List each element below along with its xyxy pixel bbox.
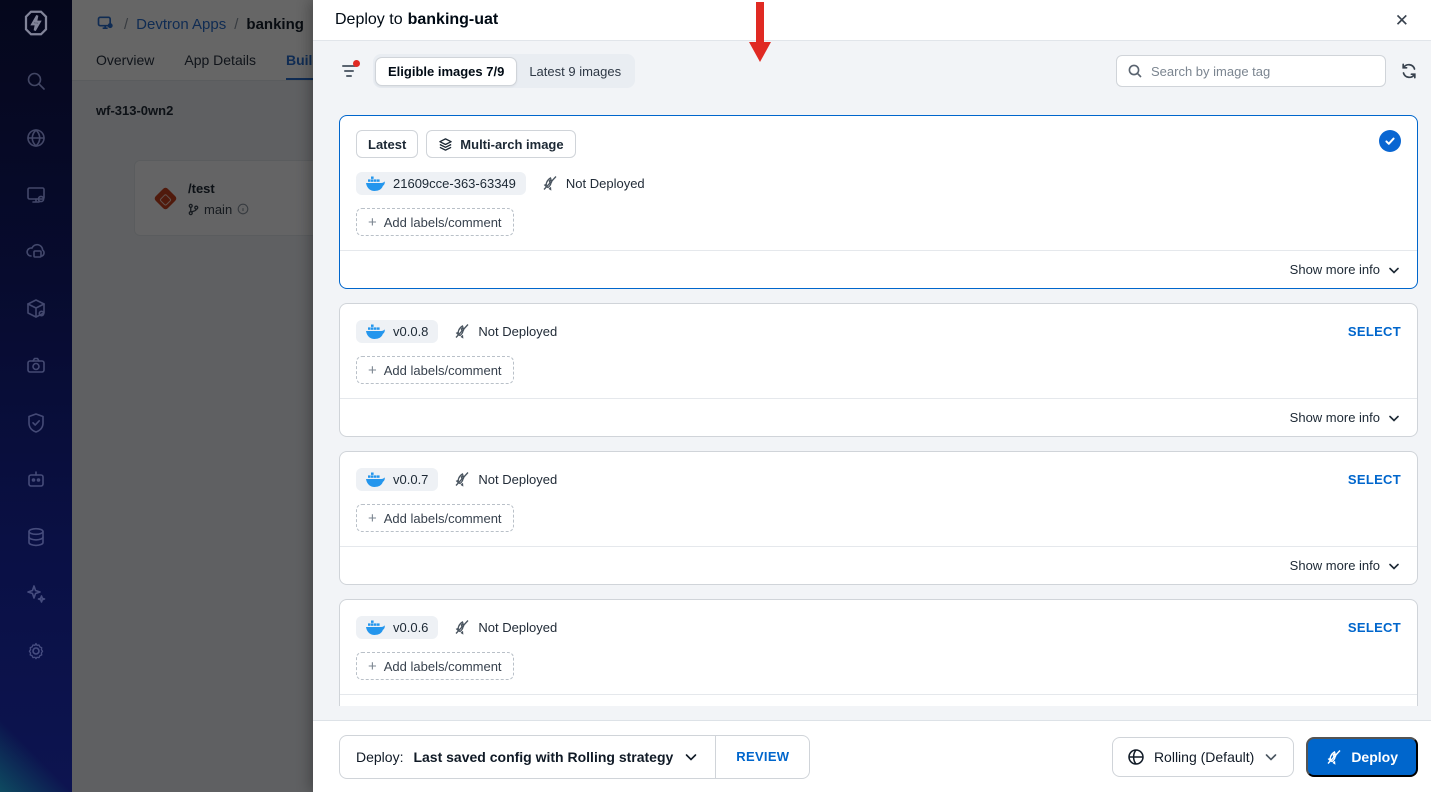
tab-latest-images[interactable]: Latest 9 images [517,58,633,85]
multi-arch-badge: Multi-arch image [426,130,576,158]
refresh-icon[interactable] [1400,62,1418,80]
chevron-down-icon [1387,263,1401,277]
select-button[interactable]: SELECT [1348,324,1401,339]
ai-assistant-icon[interactable] [24,582,48,606]
close-icon[interactable]: ✕ [1395,12,1409,29]
rocket-slash-icon [454,471,470,487]
settings-icon[interactable] [24,639,48,663]
deploy-status: Not Deployed [542,175,645,191]
plus-icon: + [368,361,377,379]
modal-footer: Deploy: Last saved config with Rolling s… [313,706,1431,792]
plus-icon: + [368,213,377,231]
add-labels-button[interactable]: + Add labels/comment [356,356,514,384]
modal-title-prefix: Deploy to [335,11,403,28]
deploy-config-value: Last saved config with Rolling strategy [413,748,674,765]
docker-icon [366,176,385,191]
latest-badge: Latest [356,130,419,158]
image-search[interactable] [1116,55,1386,87]
ci-cd-icon[interactable] [24,240,48,264]
deployment-strategy-icon [1127,748,1145,766]
filter-icon[interactable] [339,60,360,79]
image-tag-pill: 21609cce-363-63349 [356,171,526,195]
rocket-slash-icon [542,175,558,191]
resource-browser-icon[interactable] [24,525,48,549]
charts-icon[interactable] [24,297,48,321]
registry-icon[interactable] [24,354,48,378]
image-card: v0.0.8 Not Deployed SELECT + Add labels/… [339,303,1418,437]
chevron-down-icon [1387,559,1401,573]
deploy-status: Not Deployed [454,323,557,339]
deploy-status: Not Deployed [454,471,557,487]
strategy-dropdown[interactable]: Rolling (Default) [1111,736,1295,777]
select-button[interactable]: SELECT [1348,620,1401,635]
search-icon [1127,63,1143,79]
applications-icon[interactable] [24,126,48,150]
screen: / Devtron Apps / banking Overview App De… [0,0,1431,792]
add-labels-button[interactable]: + Add labels/comment [356,208,514,236]
tab-eligible-images[interactable]: Eligible images 7/9 [375,56,518,86]
deploy-config-label: Deploy: [356,748,404,765]
rocket-slash-icon [454,619,470,635]
plus-icon: + [368,509,377,527]
select-button[interactable]: SELECT [1348,472,1401,487]
image-tag-pill: v0.0.6 [356,615,439,639]
deploy-config-group: Deploy: Last saved config with Rolling s… [339,734,811,779]
show-more-info[interactable]: Show more info [340,398,1417,436]
jobs-icon[interactable] [24,468,48,492]
image-tag: v0.0.7 [393,471,429,487]
chevron-down-icon [683,749,699,765]
review-button[interactable]: REVIEW [716,736,809,778]
show-more-info[interactable]: Show more info [340,546,1417,584]
image-tag-pill: v0.0.8 [356,319,439,343]
deploy-config-dropdown[interactable]: Deploy: Last saved config with Rolling s… [340,736,715,778]
strategy-value: Rolling (Default) [1153,748,1255,765]
image-tag: 21609cce-363-63349 [393,175,516,191]
search-icon[interactable] [24,69,48,93]
docker-icon [366,620,385,635]
add-labels-button[interactable]: + Add labels/comment [356,652,514,680]
devtron-logo-icon[interactable] [21,8,51,43]
modal-title-env: banking-uat [407,11,499,28]
filter-active-dot [353,60,360,67]
add-labels-button[interactable]: + Add labels/comment [356,504,514,532]
deploy-button[interactable]: Deploy [1306,736,1418,777]
image-tag: v0.0.6 [393,619,429,635]
image-tabs: Eligible images 7/9 Latest 9 images [373,54,636,88]
modal-title: Deploy to banking-uat [335,11,498,29]
docker-icon [366,472,385,487]
selected-check-icon[interactable] [1379,130,1401,152]
image-card: v0.0.7 Not Deployed SELECT + Add labels/… [339,451,1418,585]
search-input[interactable] [1151,63,1375,79]
app-management-icon[interactable] [24,183,48,207]
deploy-status: Not Deployed [454,619,557,635]
security-icon[interactable] [24,411,48,435]
rocket-icon [1326,749,1342,765]
docker-icon [366,324,385,339]
rocket-slash-icon [454,323,470,339]
deploy-modal: Deploy to banking-uat ✕ Eligible images 7… [313,0,1431,792]
chevron-down-icon [1263,749,1279,765]
layers-icon [438,137,453,152]
modal-header: Deploy to banking-uat ✕ [313,0,1431,41]
image-tag-pill: v0.0.7 [356,467,439,491]
plus-icon: + [368,657,377,675]
image-card: Latest Multi-arch image 21609cce-363-633… [339,115,1418,289]
show-more-info[interactable]: Show more info [340,250,1417,288]
image-card: v0.0.6 Not Deployed SELECT + Add labels/… [339,599,1418,720]
image-tag: v0.0.8 [393,323,429,339]
image-card-list: Latest Multi-arch image 21609cce-363-633… [339,115,1418,720]
modal-body: Eligible images 7/9 Latest 9 images Sear… [313,41,1431,720]
chevron-down-icon [1387,411,1401,425]
image-list-toolbar: Eligible images 7/9 Latest 9 images [339,54,1418,88]
left-sidebar [0,0,72,792]
